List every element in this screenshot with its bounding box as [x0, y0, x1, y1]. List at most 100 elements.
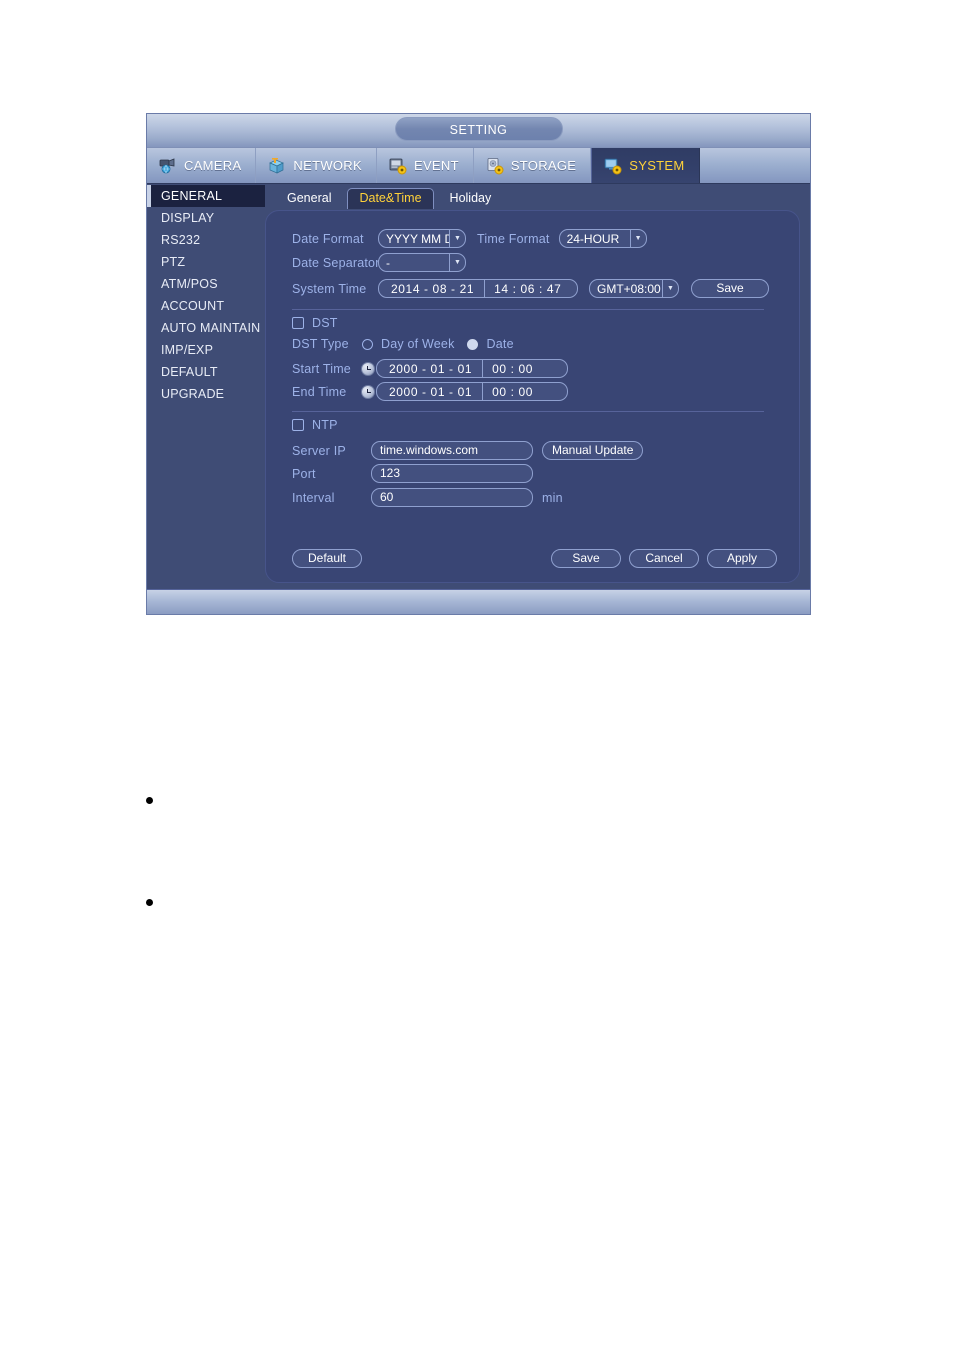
divider-dst	[292, 309, 764, 310]
system-time-time: 14 : 06 : 47	[494, 281, 562, 296]
date-format-label: Date Format	[292, 231, 364, 246]
tab-system-label: SYSTEM	[629, 158, 685, 173]
window-titlebar: SETTING	[147, 114, 810, 148]
server-ip-input[interactable]: time.windows.com	[371, 441, 533, 460]
sidebar-item-general[interactable]: GENERAL	[147, 185, 265, 207]
sidebar-item-atm-pos[interactable]: ATM/POS	[147, 273, 265, 295]
tab-network-label: NETWORK	[293, 158, 362, 173]
window-title: SETTING	[394, 117, 563, 141]
dst-end-time: 00 : 00	[492, 384, 534, 399]
system-time-field[interactable]: 2014 - 08 - 21 14 : 06 : 47	[378, 279, 578, 298]
tab-camera[interactable]: CAMERA	[147, 148, 257, 183]
subtab-date-time[interactable]: Date&Time	[347, 188, 434, 209]
sidebar-item-label: ATM/POS	[161, 277, 218, 291]
port-row: Port 123	[292, 464, 533, 483]
sidebar-item-ptz[interactable]: PTZ	[147, 251, 265, 273]
port-value: 123	[380, 466, 401, 480]
tab-network[interactable]: NETWORK	[256, 148, 377, 183]
default-button[interactable]: Default	[292, 549, 362, 568]
manual-update-button[interactable]: Manual Update	[542, 441, 644, 460]
dst-enable-row[interactable]: DST	[292, 316, 338, 330]
tab-storage[interactable]: STORAGE	[474, 148, 592, 183]
dst-start-date: 2000 - 01 - 01	[389, 361, 473, 376]
content-area: General Date&Time Holiday Date Format YY…	[265, 184, 810, 593]
footer-default-row: Default	[292, 549, 362, 568]
chevron-down-icon: ▼	[629, 230, 646, 247]
sidebar-item-rs232[interactable]: RS232	[147, 229, 265, 251]
sidebar-item-imp-exp[interactable]: IMP/EXP	[147, 339, 265, 361]
tab-event[interactable]: EVENT	[377, 148, 474, 183]
sidebar-item-label: UPGRADE	[161, 387, 225, 401]
interval-value: 60	[380, 490, 394, 504]
apply-button[interactable]: Apply	[707, 549, 777, 568]
server-ip-row: Server IP time.windows.com Manual Update	[292, 441, 644, 460]
time-format-select[interactable]: 24-HOUR ▼	[558, 229, 647, 248]
time-format-label: Time Format	[477, 231, 550, 246]
system-time-row: System Time 2014 - 08 - 21 14 : 06 : 47 …	[292, 279, 769, 298]
dst-type-date-radio[interactable]	[466, 338, 478, 350]
port-input[interactable]: 123	[371, 464, 533, 483]
tab-system[interactable]: SYSTEM	[591, 148, 700, 183]
window-body: GENERAL DISPLAY RS232 PTZ ATM/POS ACCOUN…	[147, 184, 810, 593]
interval-input[interactable]: 60	[371, 488, 533, 507]
dst-start-time-field[interactable]: 2000 - 01 - 01 00 : 00	[376, 359, 568, 378]
date-format-select[interactable]: YYYY MM DD ▼	[378, 229, 466, 248]
sub-tabbar: General Date&Time Holiday	[275, 188, 503, 209]
system-time-label: System Time	[292, 281, 367, 296]
setting-window: SETTING CAMERA NETWORK EVENT STORAGE SYS…	[146, 113, 811, 615]
settings-panel: Date Format YYYY MM DD ▼ Time Format 24-…	[265, 210, 800, 583]
cancel-button[interactable]: Cancel	[629, 549, 699, 568]
subtab-holiday[interactable]: Holiday	[438, 188, 504, 209]
server-ip-label: Server IP	[292, 443, 346, 458]
dst-label: DST	[312, 316, 338, 330]
date-format-row: Date Format YYYY MM DD ▼ Time Format 24-…	[292, 229, 647, 248]
subtab-general[interactable]: General	[275, 188, 343, 209]
save-button[interactable]: Save	[551, 549, 621, 568]
clock-icon[interactable]	[361, 361, 375, 376]
interval-row: Interval 60 min	[292, 488, 563, 507]
footer-action-row: Save Cancel Apply	[551, 549, 777, 568]
ntp-enable-row[interactable]: NTP	[292, 418, 338, 432]
date-format-value: YYYY MM DD	[386, 231, 449, 246]
sidebar-item-label: IMP/EXP	[161, 343, 214, 357]
dst-type-date-label: Date	[486, 337, 514, 351]
sidebar-item-auto-maintain[interactable]: AUTO MAINTAIN	[147, 317, 265, 339]
divider-ntp	[292, 411, 764, 412]
date-separator-value: -	[386, 255, 390, 270]
interval-label: Interval	[292, 490, 335, 505]
dst-start-time-row: Start Time 2000 - 01 - 01 00 : 00	[292, 359, 568, 378]
bullet-point	[146, 899, 153, 906]
system-time-save-button[interactable]: Save	[691, 279, 769, 298]
dst-checkbox[interactable]	[292, 317, 304, 329]
camera-icon	[158, 157, 178, 175]
date-separator-select[interactable]: - ▼	[378, 253, 466, 272]
dst-end-time-field[interactable]: 2000 - 01 - 01 00 : 00	[376, 382, 568, 401]
system-time-date: 2014 - 08 - 21	[391, 281, 475, 296]
dst-end-date: 2000 - 01 - 01	[389, 384, 473, 399]
sidebar-item-label: PTZ	[161, 255, 186, 269]
chevron-down-icon: ▼	[662, 280, 678, 297]
window-footer	[147, 589, 810, 614]
tab-camera-label: CAMERA	[184, 158, 242, 173]
sidebar-item-display[interactable]: DISPLAY	[147, 207, 265, 229]
sidebar-item-default[interactable]: DEFAULT	[147, 361, 265, 383]
sidebar-item-label: GENERAL	[161, 189, 223, 203]
server-ip-value: time.windows.com	[380, 443, 479, 457]
port-label: Port	[292, 466, 316, 481]
date-separator-label: Date Separator	[292, 255, 380, 270]
dst-start-time: 00 : 00	[492, 361, 534, 376]
sidebar-item-account[interactable]: ACCOUNT	[147, 295, 265, 317]
interval-unit-label: min	[542, 490, 563, 505]
clock-icon[interactable]	[361, 384, 375, 399]
timezone-select[interactable]: GMT+08:00 ▼	[589, 279, 679, 298]
sidebar-item-upgrade[interactable]: UPGRADE	[147, 383, 265, 405]
dst-type-day-of-week-radio[interactable]	[362, 338, 373, 350]
chevron-down-icon: ▼	[449, 230, 465, 247]
main-tabbar: CAMERA NETWORK EVENT STORAGE SYSTEM	[147, 148, 810, 184]
timezone-value: GMT+08:00	[597, 281, 661, 296]
sidebar-item-label: ACCOUNT	[161, 299, 225, 313]
tabbar-filler	[700, 148, 810, 183]
chevron-down-icon: ▼	[449, 254, 465, 271]
sidebar-item-label: DEFAULT	[161, 365, 218, 379]
ntp-checkbox[interactable]	[292, 419, 304, 431]
